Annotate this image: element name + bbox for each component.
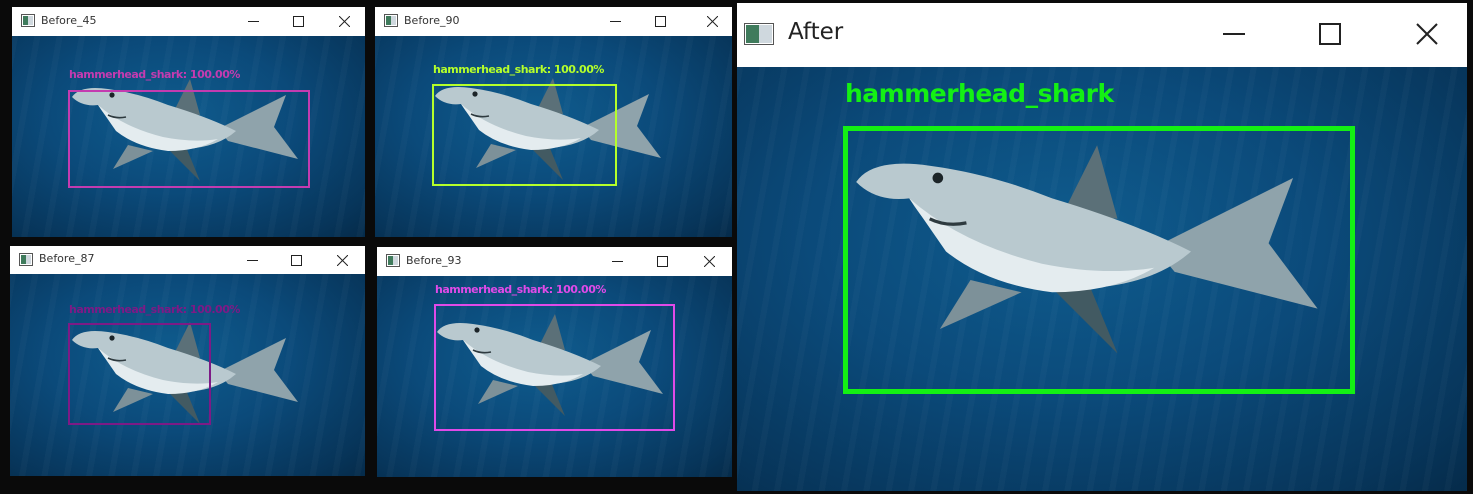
titlebar[interactable]: Before_90 [375, 7, 732, 36]
image-view: hammerhead_shark: 100.00% [375, 36, 732, 237]
close-icon [1416, 23, 1438, 45]
image-view: hammerhead_shark [737, 67, 1467, 491]
minimize-button[interactable] [602, 247, 632, 276]
window-title: Before_93 [406, 254, 462, 267]
app-window-icon [21, 14, 35, 27]
minimize-button[interactable] [237, 246, 267, 274]
image-view: hammerhead_shark: 100.00% [10, 274, 365, 476]
app-window-icon [386, 254, 400, 267]
titlebar[interactable]: After [737, 3, 1467, 67]
window-title: Before_87 [39, 252, 95, 265]
minimize-icon [611, 261, 623, 262]
app-window-icon [19, 253, 33, 266]
close-button[interactable] [329, 7, 359, 36]
detection-label: hammerhead_shark [845, 79, 1114, 108]
window-title: Before_45 [41, 14, 97, 27]
window-before-93: Before_93 hammerhead_shark: 100.00% [377, 247, 732, 477]
minimize-button[interactable] [1210, 15, 1258, 53]
titlebar[interactable]: Before_87 [10, 246, 365, 274]
close-button[interactable] [327, 246, 357, 274]
maximize-icon [290, 254, 302, 266]
minimize-icon [247, 21, 259, 22]
detection-box [843, 126, 1355, 394]
maximize-icon [654, 16, 666, 27]
maximize-icon [656, 256, 668, 267]
detection-label: hammerhead_shark: 100.00% [69, 303, 240, 316]
minimize-button[interactable] [600, 7, 630, 36]
image-view: hammerhead_shark: 100.00% [377, 276, 732, 477]
close-button[interactable] [1403, 15, 1451, 53]
maximize-button[interactable] [1306, 15, 1354, 53]
detection-label: hammerhead_shark: 100.00% [433, 63, 604, 76]
detection-box [434, 304, 675, 431]
window-before-87: Before_87 hammerhead_shark: 100.00% [10, 246, 365, 476]
minimize-button[interactable] [238, 7, 268, 36]
titlebar[interactable]: Before_45 [12, 7, 365, 36]
minimize-icon [1223, 33, 1245, 35]
detection-label: hammerhead_shark: 100.00% [435, 283, 606, 296]
close-icon [336, 254, 348, 266]
detection-box [68, 90, 310, 188]
image-view: hammerhead_shark: 100.00% [12, 36, 365, 237]
window-before-45: Before_45 hammerhead_shark: 100.00% [12, 7, 365, 237]
window-title: Before_90 [404, 14, 460, 27]
maximize-button[interactable] [283, 7, 313, 36]
close-button[interactable] [697, 7, 727, 36]
maximize-button[interactable] [281, 246, 311, 274]
close-icon [706, 16, 718, 27]
app-window-icon [744, 23, 774, 45]
app-window-icon [384, 14, 398, 27]
close-icon [338, 16, 350, 27]
minimize-icon [246, 259, 258, 261]
window-title: After [788, 19, 844, 45]
close-icon [703, 256, 715, 267]
maximize-icon [1319, 23, 1341, 45]
detection-label: hammerhead_shark: 100.00% [69, 68, 240, 81]
minimize-icon [609, 21, 621, 22]
detection-box [68, 323, 211, 425]
detection-box [432, 84, 617, 186]
close-button[interactable] [694, 247, 724, 276]
window-after: After hammerhead_shark [737, 3, 1467, 491]
maximize-icon [292, 16, 304, 27]
maximize-button[interactable] [647, 247, 677, 276]
window-before-90: Before_90 hammerhead_shark: 100.00% [375, 7, 732, 237]
titlebar[interactable]: Before_93 [377, 247, 732, 276]
maximize-button[interactable] [645, 7, 675, 36]
